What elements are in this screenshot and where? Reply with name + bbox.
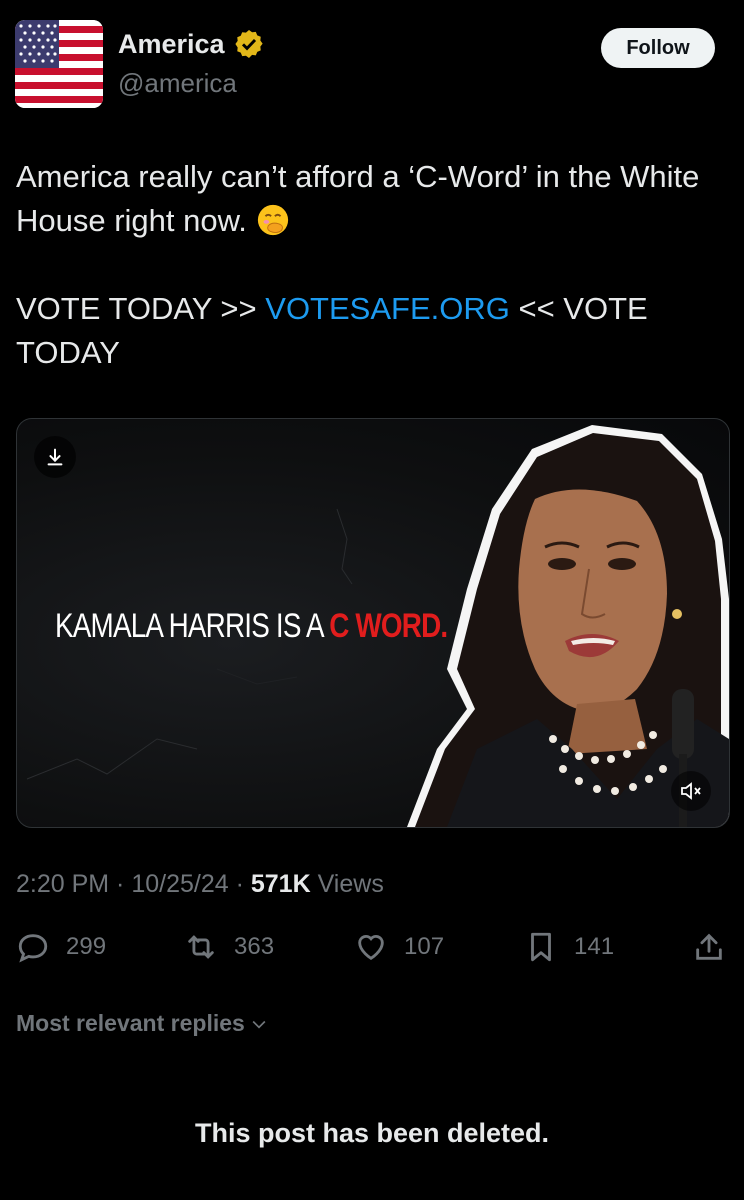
download-button[interactable] xyxy=(34,436,76,478)
speaker-portrait-image xyxy=(407,425,729,827)
post-meta: 2:20 PM · 10/25/24 · 571K Views xyxy=(16,870,384,899)
bookmark-icon xyxy=(531,932,551,962)
mute-button[interactable] xyxy=(671,771,711,811)
deleted-post-notice: This post has been deleted. xyxy=(194,1118,550,1148)
replies-sort-label: Most relevant replies xyxy=(16,1010,245,1036)
views-label: Views xyxy=(310,870,384,898)
meta-separator: · xyxy=(109,870,132,898)
post-text: America really can’t afford a ‘C-Word’ i… xyxy=(16,155,716,375)
reply-count: 299 xyxy=(66,933,107,960)
share-icon xyxy=(696,933,722,960)
like-count: 107 xyxy=(404,933,445,960)
post-line-1-text: America really can’t afford a ‘C-Word’ i… xyxy=(16,159,700,238)
video-player[interactable]: KAMALA HARRIS IS A C WORD. xyxy=(16,418,730,828)
reply-button[interactable]: 299 xyxy=(16,930,106,964)
download-icon xyxy=(47,448,63,466)
share-button[interactable] xyxy=(692,930,726,964)
author-display-name[interactable]: America xyxy=(118,29,225,60)
author-name-row[interactable]: America xyxy=(118,28,265,60)
views-count: 571K xyxy=(250,870,311,898)
vote-line: VOTE TODAY >> VOTESAFE.ORG << VOTE TODAY xyxy=(16,287,716,375)
chevron-down-icon xyxy=(252,1020,266,1029)
follow-button[interactable]: Follow xyxy=(601,28,715,68)
post-date[interactable]: 10/25/24 xyxy=(131,870,228,898)
like-button[interactable]: 107 xyxy=(354,930,444,964)
bookmark-count: 141 xyxy=(574,933,615,960)
replies-sort-dropdown[interactable]: Most relevant replies xyxy=(16,1010,269,1037)
us-flag-icon xyxy=(15,20,103,108)
avatar[interactable] xyxy=(15,20,103,108)
bookmark-button[interactable]: 141 xyxy=(524,930,614,964)
votesafe-link[interactable]: VOTESAFE.ORG xyxy=(265,291,510,326)
post-time[interactable]: 2:20 PM xyxy=(16,870,109,898)
heart-icon xyxy=(358,935,384,961)
face-with-hand-over-mouth-emoji-icon xyxy=(257,204,288,236)
vote-prefix: VOTE TODAY >> xyxy=(16,291,266,326)
video-caption-main: KAMALA HARRIS IS A xyxy=(55,607,330,645)
post-line-1: America really can’t afford a ‘C-Word’ i… xyxy=(16,155,716,243)
meta-separator: · xyxy=(228,870,251,898)
author-handle[interactable]: @america xyxy=(118,68,237,99)
reply-icon xyxy=(18,934,48,963)
repost-count: 363 xyxy=(234,933,275,960)
repost-button[interactable]: 363 xyxy=(184,930,274,964)
speaker-muted-icon xyxy=(681,782,701,800)
verified-badge-icon xyxy=(234,30,263,58)
repost-icon xyxy=(188,935,214,959)
